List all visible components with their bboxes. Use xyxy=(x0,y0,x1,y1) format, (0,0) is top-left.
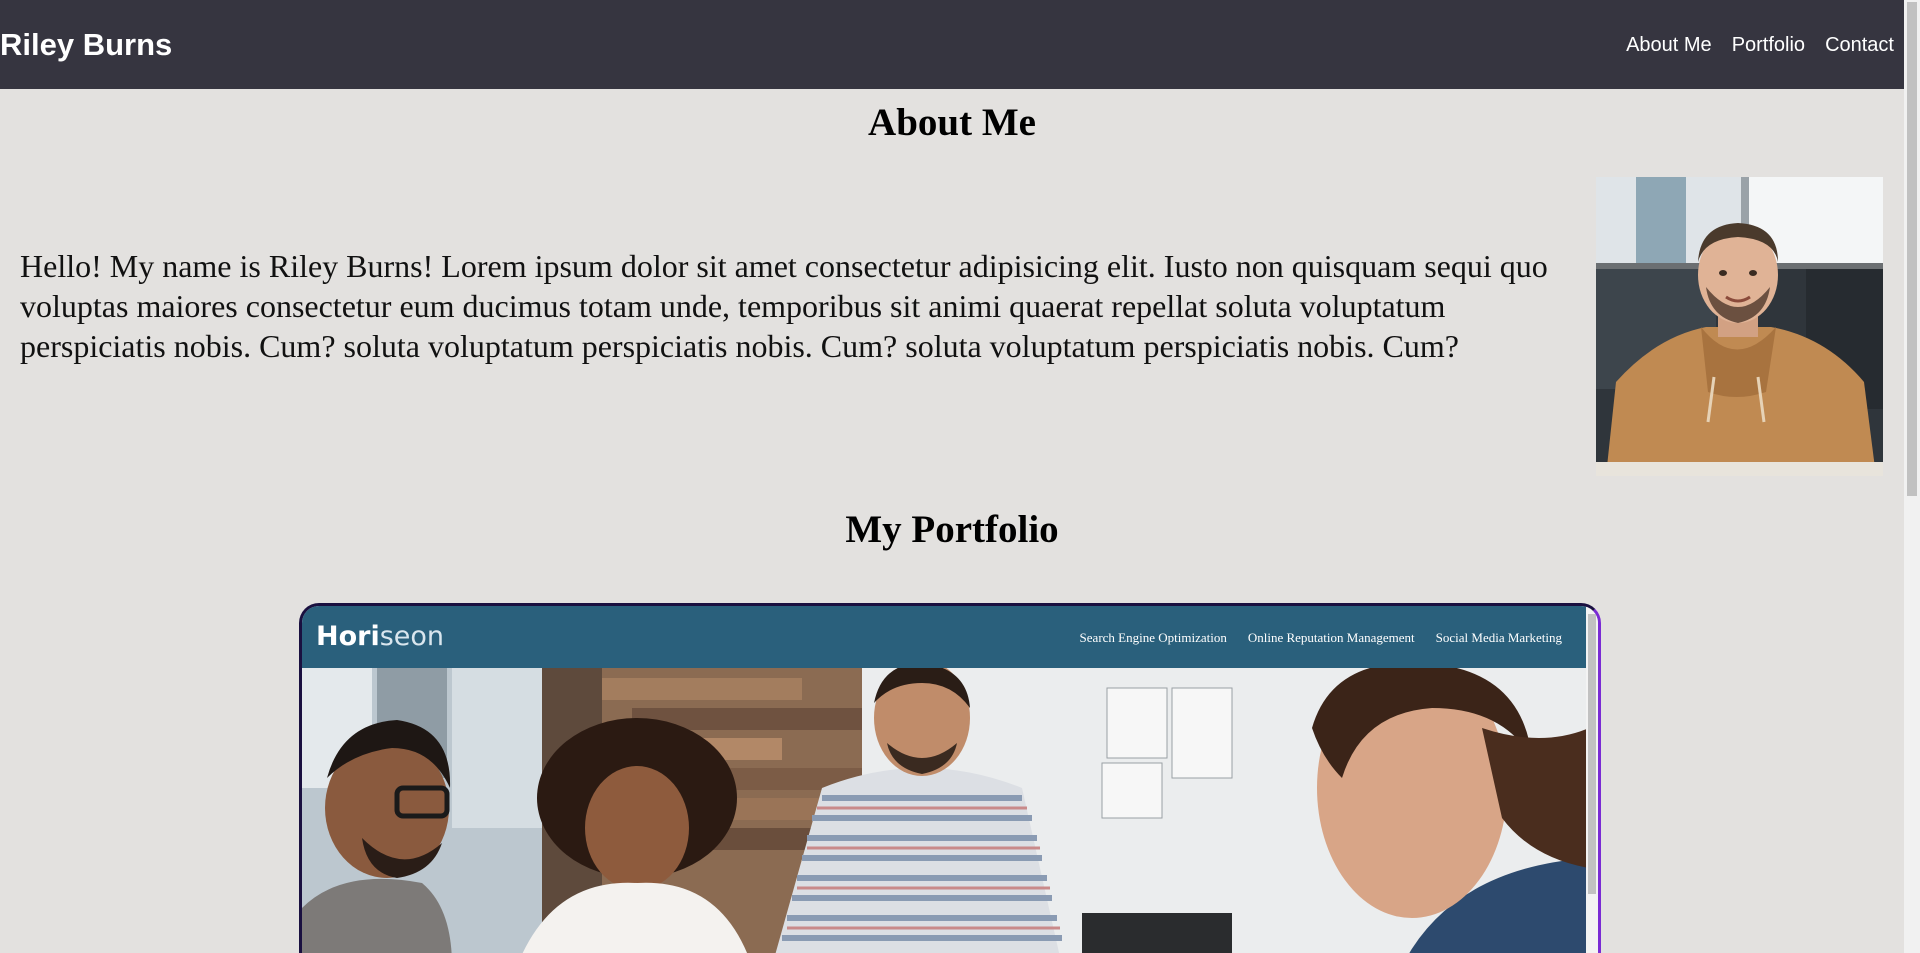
horiseon-nav-seo: Search Engine Optimization xyxy=(1079,630,1227,645)
horiseon-nav-social: Social Media Marketing xyxy=(1435,630,1562,645)
horiseon-logo-primary: Hori xyxy=(316,621,380,652)
site-header: Riley Burns About Me Portfolio Contact xyxy=(0,0,1904,89)
project-screenshot[interactable]: Horiseon Search Engine Optimization Onli… xyxy=(302,606,1598,953)
project-card-scrollbar[interactable] xyxy=(1586,606,1598,953)
site-title[interactable]: Riley Burns xyxy=(0,25,172,65)
project-card-scrollbar-thumb[interactable] xyxy=(1588,614,1596,894)
horiseon-hero-image xyxy=(302,668,1586,953)
profile-photo xyxy=(1596,177,1883,476)
page-scrollbar[interactable] xyxy=(1904,0,1920,953)
horiseon-logo-secondary: seon xyxy=(379,621,445,652)
horiseon-nav-reputation: Online Reputation Management xyxy=(1247,630,1415,645)
nav-link-contact[interactable]: Contact xyxy=(1825,31,1894,59)
portfolio-heading: My Portfolio xyxy=(845,508,1059,551)
nav-link-portfolio[interactable]: Portfolio xyxy=(1732,31,1805,59)
about-heading: About Me xyxy=(868,101,1036,144)
about-text: Hello! My name is Riley Burns! Lorem ips… xyxy=(20,248,1548,364)
horiseon-nav: Search Engine Optimization Online Reputa… xyxy=(1080,629,1562,647)
team-meeting-photo xyxy=(302,668,1586,953)
profile-photo-image xyxy=(1596,177,1883,476)
nav-link-about-me[interactable]: About Me xyxy=(1626,31,1712,59)
horiseon-header-bar: Horiseon Search Engine Optimization Onli… xyxy=(302,606,1586,668)
horiseon-logo: Horiseon xyxy=(316,620,444,654)
page-scrollbar-thumb[interactable] xyxy=(1907,2,1917,496)
project-card-horiseon[interactable]: Horiseon Search Engine Optimization Onli… xyxy=(299,603,1601,953)
main-nav: About Me Portfolio Contact xyxy=(1626,31,1894,59)
